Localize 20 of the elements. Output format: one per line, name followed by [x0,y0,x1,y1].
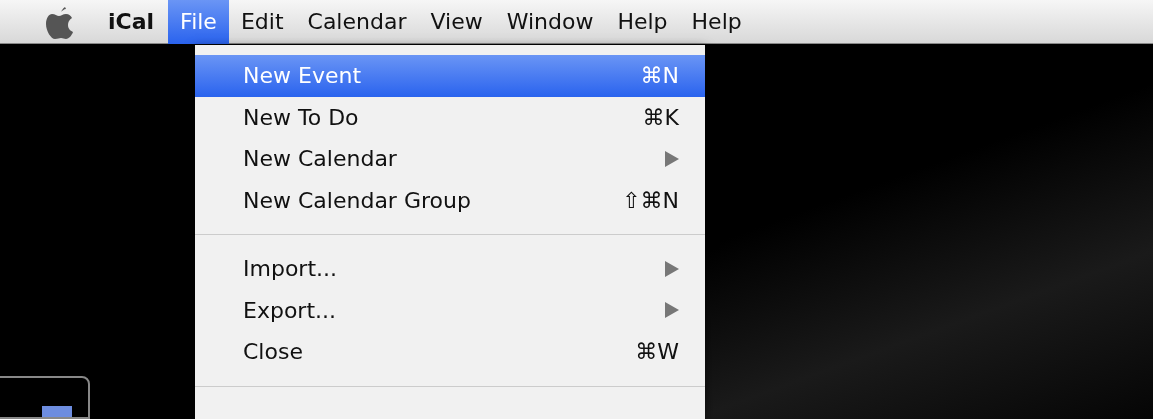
shortcut-label: ⌘K [642,103,679,132]
menu-item[interactable]: New Calendar [195,138,705,180]
menu-title[interactable]: Edit [228,0,296,44]
shortcut-label: ⌘N [640,62,679,91]
desktop-icon[interactable] [0,376,90,419]
menu-item[interactable]: Export... [195,289,705,331]
shortcut-label: ⌘W [635,338,679,367]
menu-title[interactable]: Help [679,0,754,44]
menu-title[interactable]: File [168,0,229,44]
menu-item[interactable]: New To Do ⌘K [195,96,705,138]
app-name-menu[interactable]: iCal [108,5,155,38]
menu-title[interactable]: View [418,0,495,44]
menu-title[interactable]: Help [605,0,680,44]
menu-title[interactable]: Window [494,0,606,44]
shortcut-label: ⇧⌘N [622,186,679,215]
menu-item[interactable]: Close ⌘W [195,331,705,373]
menu-title[interactable]: Calendar [295,0,419,44]
menu-item[interactable]: New Event ⌘N [195,55,705,97]
menu-item[interactable]: Import... [195,248,705,290]
menu-item[interactable]: New Calendar Group ⇧⌘N [195,179,705,221]
